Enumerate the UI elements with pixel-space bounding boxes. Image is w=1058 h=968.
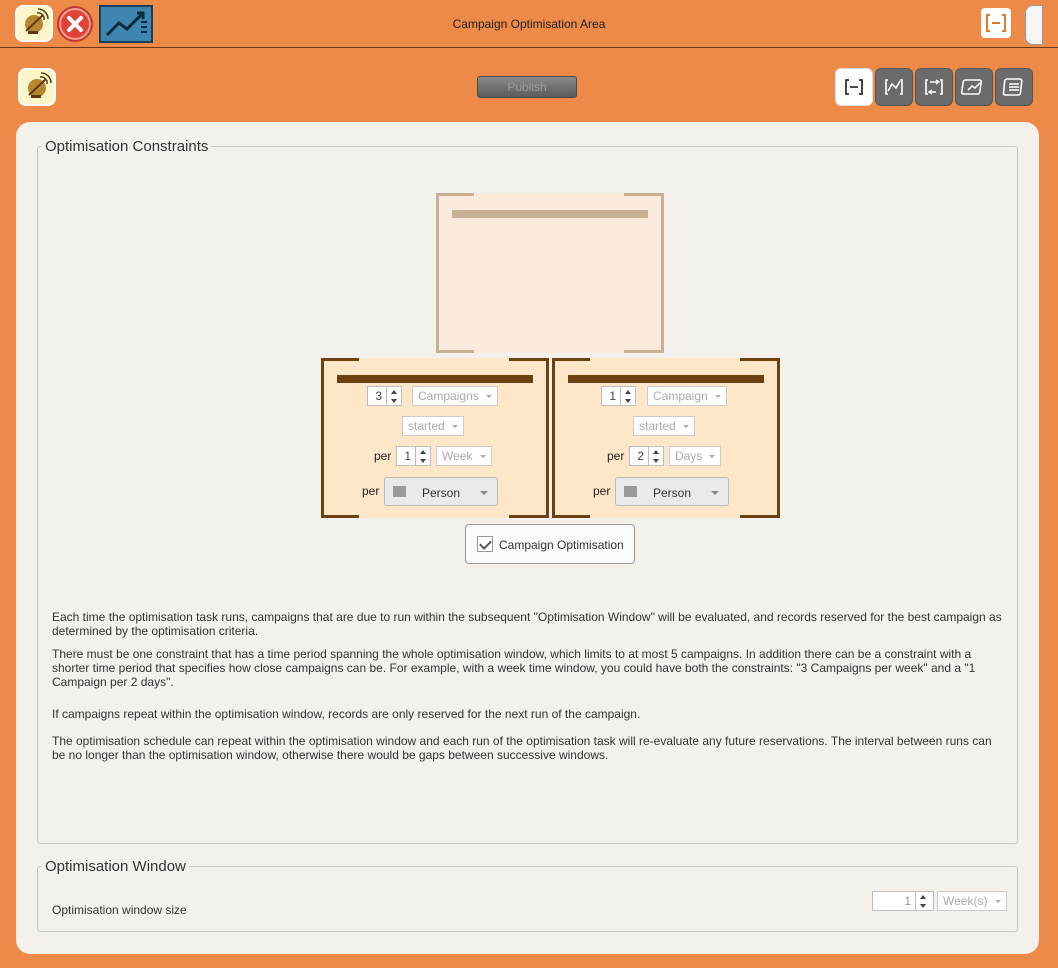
report-view-icon[interactable] (955, 68, 993, 106)
constraints-legend: Optimisation Constraints (45, 138, 209, 155)
entity-dropdown[interactable]: Person (384, 477, 498, 506)
period-count-stepper[interactable]: 1 (396, 446, 431, 466)
constraint-header-bar (568, 375, 764, 383)
per-label: per (593, 484, 611, 498)
checkmark-icon[interactable] (477, 536, 493, 552)
window-size-value[interactable]: 1 (872, 891, 916, 911)
count-stepper[interactable]: 1 (601, 386, 636, 406)
count-spinner-arrows[interactable] (621, 386, 636, 406)
period-spinner-arrows[interactable] (649, 446, 664, 466)
window-size-spinner-arrows[interactable] (916, 891, 934, 911)
count-stepper[interactable]: 3 (367, 386, 402, 406)
info-paragraph: The optimisation schedule can repeat wit… (52, 734, 992, 762)
info-paragraph: Each time the optimisation task runs, ca… (52, 610, 1002, 638)
window-unit-dropdown[interactable]: Week(s) (937, 891, 1007, 911)
title-bar: Campaign Optimisation Area (0, 0, 1058, 48)
period-count-value[interactable]: 1 (396, 446, 416, 466)
per-label: per (607, 449, 625, 463)
window-title: Campaign Optimisation Area (452, 17, 606, 31)
campaign-optimisation-checkbox[interactable]: Campaign Optimisation (465, 524, 635, 564)
constraint-box-2: 1 Campaign started per 2 Days per Person (552, 358, 780, 518)
main-panel: Optimisation Constraints 3 Campaigns sta… (16, 122, 1039, 954)
entity-dropdown[interactable]: Person (615, 477, 729, 506)
period-unit-dropdown[interactable]: Days (669, 446, 721, 466)
frame-icon[interactable] (981, 8, 1011, 38)
count-value[interactable]: 3 (367, 386, 387, 406)
period-spinner-arrows[interactable] (416, 446, 431, 466)
chart-view-icon[interactable] (875, 68, 913, 106)
constraint-box-1: 3 Campaigns started per 1 Week per Perso… (321, 358, 549, 518)
window-size-stepper[interactable]: 1 (872, 891, 934, 911)
period-count-stepper[interactable]: 2 (629, 446, 664, 466)
list-view-icon[interactable] (995, 68, 1033, 106)
unit-dropdown[interactable]: Campaign (647, 386, 727, 406)
event-dropdown[interactable]: started (402, 416, 464, 436)
publish-button[interactable]: Publish (477, 76, 577, 98)
constraint-header-bar (337, 375, 533, 383)
design-view-icon[interactable] (835, 68, 873, 106)
per-label: per (374, 449, 392, 463)
flow-view-icon[interactable] (915, 68, 953, 106)
count-value[interactable]: 1 (601, 386, 621, 406)
count-spinner-arrows[interactable] (387, 386, 402, 406)
period-count-value[interactable]: 2 (629, 446, 649, 466)
per-label: per (362, 484, 380, 498)
entity-label: Person (421, 486, 461, 500)
root-header-bar (452, 210, 648, 218)
optimisation-constraints-group: Optimisation Constraints 3 Campaigns sta… (37, 138, 1018, 844)
window-size-label: Optimisation window size (52, 903, 187, 917)
side-panel-tab[interactable] (1025, 5, 1043, 45)
info-paragraph: If campaigns repeat within the optimisat… (52, 707, 641, 721)
satellite-dish-icon (18, 68, 56, 106)
entity-label: Person (652, 486, 692, 500)
optimisation-window-group: Optimisation Window Optimisation window … (37, 858, 1018, 932)
constraint-root-box (436, 193, 664, 353)
checkbox-label: Campaign Optimisation (499, 538, 624, 552)
event-dropdown[interactable]: started (633, 416, 695, 436)
info-paragraph: There must be one constraint that has a … (52, 647, 976, 689)
period-unit-dropdown[interactable]: Week (436, 446, 492, 466)
unit-dropdown[interactable]: Campaigns (412, 386, 498, 406)
window-legend: Optimisation Window (45, 858, 186, 875)
